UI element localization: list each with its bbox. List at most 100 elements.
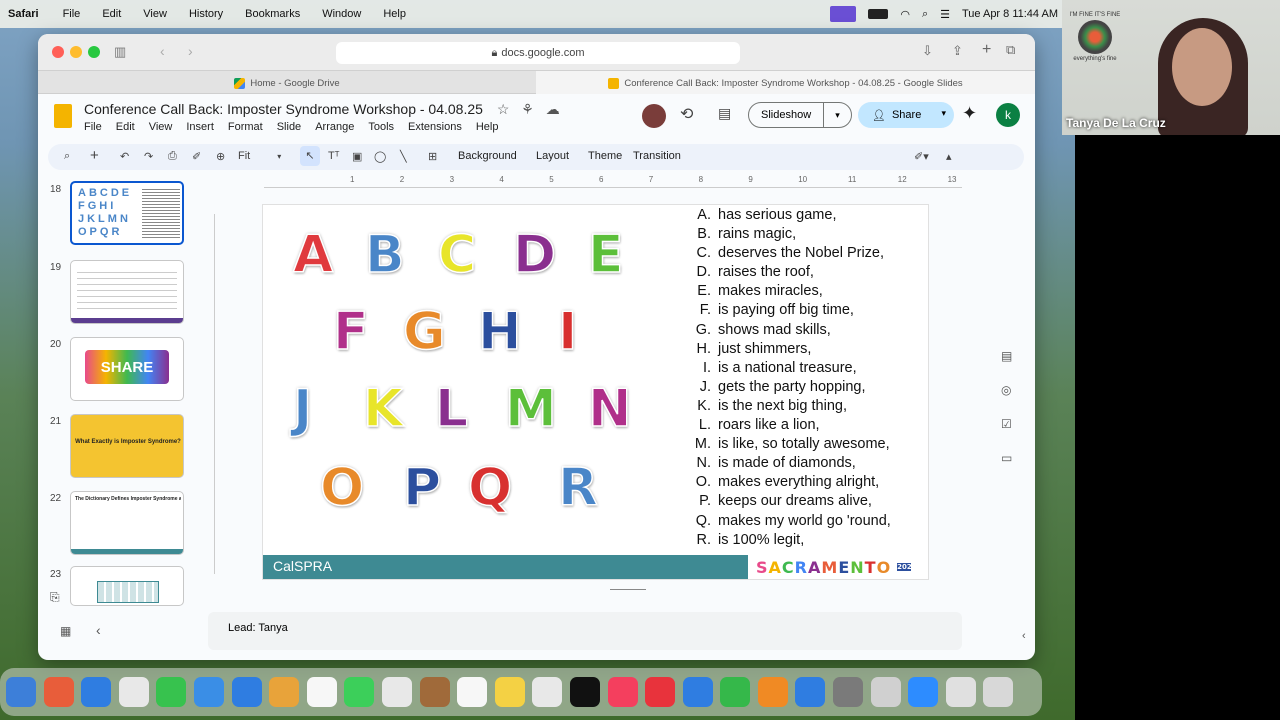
dock-app-icon[interactable] [6,677,36,707]
theme-button[interactable]: Theme [588,150,622,162]
comment-add-icon[interactable]: ⊞ [428,150,437,163]
print-icon[interactable]: ⎙ [168,150,177,163]
dock-app-icon[interactable] [983,677,1014,707]
dock-app-icon[interactable] [607,677,638,707]
slides-menu-file[interactable]: File [84,121,102,133]
grid-view-icon[interactable]: ▦ [60,624,71,638]
paint-format-icon[interactable]: ✐ [192,150,201,163]
redo-icon[interactable]: ↷ [144,150,153,163]
account-avatar[interactable]: k [996,103,1020,127]
cloud-status-icon[interactable]: ☁ [546,101,560,117]
chevron-down-icon[interactable]: ▾ [941,108,946,119]
slides-menu-edit[interactable]: Edit [116,121,135,133]
menu-help[interactable]: Help [383,8,406,20]
undo-icon[interactable]: ↶ [120,150,129,163]
menu-edit[interactable]: Edit [102,8,121,20]
dock-app-icon[interactable] [569,677,600,707]
dock-app-icon[interactable] [118,677,149,707]
dock-app-icon[interactable] [81,677,112,707]
search-menus-icon[interactable]: ⌕ [64,150,70,163]
layout-button[interactable]: Layout [536,150,569,162]
slide-thumbnail-21[interactable]: What Exactly is Imposter Syndrome? [70,414,184,478]
dock-app-icon[interactable] [43,677,74,707]
dock-app-icon[interactable] [269,677,300,707]
spotlight-search-icon[interactable]: ⌕ [922,8,928,21]
dock-app-icon[interactable] [344,677,375,707]
calendar-icon[interactable]: ▤ [1001,349,1023,383]
wifi-icon[interactable]: ◠ [900,8,910,21]
chevron-down-icon[interactable]: ▾ [823,103,851,127]
dock-app-icon[interactable] [193,677,224,707]
gemini-icon[interactable]: ✦ [962,103,977,124]
minimize-window-button[interactable] [70,46,82,58]
slides-logo-icon[interactable] [54,104,72,128]
battery-icon[interactable] [868,9,889,19]
zoom-window-button[interactable] [88,46,100,58]
slides-menu-format[interactable]: Format [228,121,263,133]
dock-app-icon[interactable] [494,677,525,707]
star-icon[interactable]: ☆ [497,101,510,117]
dock-app-icon[interactable] [870,677,901,707]
dock-app-icon[interactable] [945,677,976,707]
sidebar-toggle-icon[interactable]: ▥ [114,44,126,60]
dock-app-icon[interactable] [381,677,412,707]
tab-google-drive[interactable]: Home - Google Drive [38,71,536,95]
version-history-icon[interactable]: ⟲ [680,104,693,124]
dock-app-icon[interactable] [306,677,337,707]
slides-menu-tools[interactable]: Tools [368,121,394,133]
pen-tool-icon[interactable]: ✐▾ [914,150,929,163]
current-slide[interactable]: ABCDEFGHIJKLMNOPQR A. has serious game, B.… [263,205,928,579]
tasks-icon[interactable]: ☑ [1001,417,1023,451]
close-window-button[interactable] [52,46,64,58]
slide-thumbnail-23[interactable] [70,566,184,606]
forward-icon[interactable]: › [188,43,193,59]
menubar-clock[interactable]: Tue Apr 8 11:44 AM [962,8,1058,20]
menu-file[interactable]: File [63,8,81,20]
slides-menu-slide[interactable]: Slide [277,121,301,133]
collapse-filmstrip-icon[interactable]: ‹ [96,622,101,638]
slide-thumbnail-18[interactable]: ABCDE FGHI JKLMN OPQR [70,181,184,245]
move-icon[interactable]: ⚘ [521,101,534,117]
downloads-icon[interactable]: ⇩ [922,43,933,59]
zoom-icon[interactable]: ⊕ [216,150,225,163]
zoom-select[interactable]: Fit ▾ [238,150,281,162]
menu-window[interactable]: Window [322,8,361,20]
dock-app-icon[interactable] [833,677,864,707]
dock-app-icon[interactable] [682,677,713,707]
menu-history[interactable]: History [189,8,223,20]
tab-google-slides[interactable]: Conference Call Back: Imposter Syndrome … [536,71,1035,95]
notes-resize-handle[interactable] [610,589,646,590]
tab-overview-icon[interactable]: ⧉ [1006,42,1015,58]
dock-app-icon[interactable] [231,677,262,707]
share-sheet-icon[interactable]: ⇪ [952,43,963,59]
menu-view[interactable]: View [143,8,167,20]
image-icon[interactable]: ▣ [352,150,362,163]
collapse-toolbar-icon[interactable]: ▴ [946,150,952,163]
slides-menu-help[interactable]: Help [476,121,499,133]
dock-app-icon[interactable] [908,677,939,707]
folder-icon[interactable]: ▭ [1001,451,1023,485]
text-box-icon[interactable]: Tᵀ [328,150,339,162]
slideshow-button[interactable]: Slideshow ▾ [748,102,852,128]
dock-app-icon[interactable] [156,677,187,707]
slides-menu-extensions[interactable]: Extensions [408,121,462,133]
back-icon[interactable]: ‹ [160,43,165,59]
speaker-notes-toggle-icon[interactable]: ⎘ [50,590,60,605]
dock-app-icon[interactable] [419,677,450,707]
slides-menu-insert[interactable]: Insert [186,121,214,133]
comments-icon[interactable]: ▤ [718,105,731,122]
control-center-icon[interactable]: ☰ [940,8,950,21]
menu-bookmarks[interactable]: Bookmarks [245,8,300,20]
dock-app-icon[interactable] [757,677,788,707]
dock-app-icon[interactable] [457,677,488,707]
collapse-sidepanel-icon[interactable]: ‹ [1022,630,1026,642]
select-tool-icon[interactable]: ↖ [300,146,320,166]
dock-app-icon[interactable] [720,677,751,707]
dock-app-icon[interactable] [532,677,563,707]
share-button[interactable]: 👤︎ Share ▾ [858,102,954,128]
shape-icon[interactable]: ◯ [374,150,386,163]
slides-menu-view[interactable]: View [149,121,173,133]
slide-thumbnail-20[interactable]: SHARE [70,337,184,401]
screen-share-icon[interactable] [830,6,857,22]
address-bar[interactable]: 🔒︎ docs.google.com [336,42,740,64]
